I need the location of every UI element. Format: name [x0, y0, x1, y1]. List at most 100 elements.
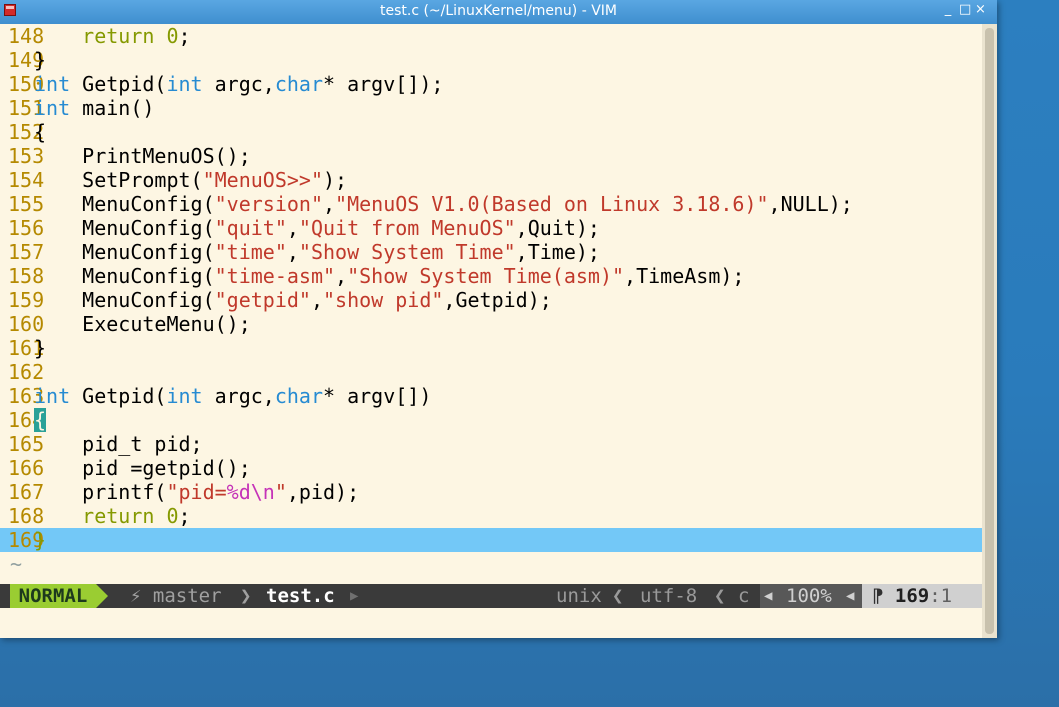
line-code: int Getpid(int argc,char* argv[]);	[34, 72, 443, 96]
line-number: 156	[8, 216, 45, 240]
code-token: "getpid"	[214, 288, 311, 312]
code-line[interactable]: 149}	[0, 48, 982, 72]
line-code: int Getpid(int argc,char* argv[])	[34, 384, 431, 408]
line-code: MenuConfig("quit","Quit from MenuOS",Qui…	[34, 216, 600, 240]
chevron-left-icon: ❮	[612, 585, 624, 607]
code-token: {	[34, 120, 47, 144]
code-line[interactable]: 154 SetPrompt("MenuOS>>");	[0, 168, 982, 192]
code-line[interactable]: 162	[0, 360, 982, 384]
line-number: 169	[8, 528, 45, 552]
code-token: ,	[286, 216, 299, 240]
code-editor[interactable]: 169} 168 return 0; 167 printf("pid=%d\n",p…	[0, 24, 982, 638]
line-number: 167	[8, 480, 45, 504]
line-number: 150	[8, 72, 45, 96]
title-bar[interactable]: test.c (~/LinuxKernel/menu) - VIM _ □ ×	[0, 0, 997, 24]
code-line[interactable]: 164{	[0, 408, 982, 432]
code-token: return	[82, 24, 155, 48]
code-line[interactable]: 153 PrintMenuOS();	[0, 144, 982, 168]
cursor-column: :1	[929, 585, 953, 607]
code-line[interactable]: 165 pid_t pid;	[0, 432, 982, 456]
code-token: %d\n	[226, 480, 275, 504]
code-line[interactable]: 158 MenuConfig("time-asm","Show System T…	[0, 264, 982, 288]
code-line[interactable]: 168 return 0;	[0, 504, 982, 528]
code-token: "show pid"	[323, 288, 444, 312]
code-token: argc,	[202, 72, 275, 96]
code-token: ,Quit);	[515, 216, 600, 240]
code-line[interactable]: 152{	[0, 120, 982, 144]
code-token: 0	[166, 504, 179, 528]
code-token: "quit"	[214, 216, 287, 240]
code-line[interactable]: 155 MenuConfig("version","MenuOS V1.0(Ba…	[0, 192, 982, 216]
code-token: {	[34, 408, 47, 432]
line-code: printf("pid=%d\n",pid);	[34, 480, 359, 504]
minimize-icon[interactable]: _	[943, 2, 953, 17]
line-code: return 0;	[34, 24, 191, 48]
line-code: MenuConfig("getpid","show pid",Getpid);	[34, 288, 552, 312]
vertical-scrollbar[interactable]	[982, 24, 997, 638]
triangle-left-icon: ◀	[846, 588, 855, 604]
code-token: char	[274, 72, 323, 96]
code-token: "Quit from MenuOS"	[298, 216, 516, 240]
line-number: 155	[8, 192, 45, 216]
code-token: ,	[310, 288, 323, 312]
code-line[interactable]: 157 MenuConfig("time","Show System Time"…	[0, 240, 982, 264]
line-code: return 0;	[34, 504, 191, 528]
code-line[interactable]: 167 printf("pid=%d\n",pid);	[0, 480, 982, 504]
code-token: "MenuOS>>"	[202, 168, 323, 192]
maximize-icon[interactable]: □	[959, 2, 971, 17]
line-code: }	[34, 336, 46, 360]
window-title: test.c (~/LinuxKernel/menu) - VIM	[379, 3, 617, 19]
line-code: {	[34, 408, 47, 432]
code-token: ;	[178, 24, 191, 48]
code-token: * argv[]);	[323, 72, 444, 96]
line-code: MenuConfig("version","MenuOS V1.0(Based …	[34, 192, 853, 216]
line-number: 154	[8, 168, 45, 192]
line-code: ExecuteMenu();	[34, 312, 251, 336]
line-number: 164	[8, 408, 45, 432]
code-line[interactable]: 151int main()	[0, 96, 982, 120]
triangle-right-icon: ▶	[350, 588, 359, 604]
code-token: "Show System Time"	[298, 240, 516, 264]
mode-indicator: NORMAL	[10, 584, 96, 608]
code-token: ,	[286, 240, 299, 264]
file-name: test.c	[266, 585, 335, 607]
file-format: unix	[556, 585, 602, 607]
code-token: Getpid(	[70, 384, 167, 408]
code-token: int	[34, 96, 71, 120]
code-token: pid_t pid;	[34, 432, 203, 456]
git-branch: ⚡ master	[130, 585, 222, 607]
code-line[interactable]: 156 MenuConfig("quit","Quit from MenuOS"…	[0, 216, 982, 240]
code-line[interactable]: 150int Getpid(int argc,char* argv[]);	[0, 72, 982, 96]
scrollbar-thumb[interactable]	[985, 28, 994, 634]
code-line[interactable]: 148 return 0;	[0, 24, 982, 48]
line-number: 163	[8, 384, 45, 408]
mode-arrow-icon	[96, 584, 108, 608]
line-number: 149	[8, 48, 45, 72]
line-code: }	[34, 528, 46, 552]
line-code: pid_t pid;	[34, 432, 203, 456]
code-line[interactable]: 166 pid =getpid();	[0, 456, 982, 480]
line-code: pid =getpid();	[34, 456, 251, 480]
chevron-right-icon: ❯	[240, 585, 252, 607]
code-line[interactable]: 159 MenuConfig("getpid","show pid",Getpi…	[0, 288, 982, 312]
code-line[interactable]: 161}	[0, 336, 982, 360]
code-token: ;	[178, 504, 191, 528]
code-token: "MenuOS V1.0(Based on Linux 3.18.6)"	[335, 192, 769, 216]
line-number: 152	[8, 120, 45, 144]
line-code: {	[34, 120, 46, 144]
code-token: "Show System Time(asm)"	[347, 264, 625, 288]
code-token: ,TimeAsm);	[624, 264, 745, 288]
code-line[interactable]: 160 ExecuteMenu();	[0, 312, 982, 336]
line-code: SetPrompt("MenuOS>>");	[34, 168, 347, 192]
code-line[interactable]: 163int Getpid(int argc,char* argv[])	[0, 384, 982, 408]
code-token: "	[274, 480, 287, 504]
line-code: MenuConfig("time-asm","Show System Time(…	[34, 264, 744, 288]
code-token: }	[34, 48, 47, 72]
code-token: ,Getpid);	[443, 288, 552, 312]
code-token: SetPrompt(	[34, 168, 203, 192]
code-token: printf(	[34, 480, 167, 504]
close-icon[interactable]: ×	[975, 2, 986, 17]
code-line[interactable]: 169}	[0, 528, 982, 552]
